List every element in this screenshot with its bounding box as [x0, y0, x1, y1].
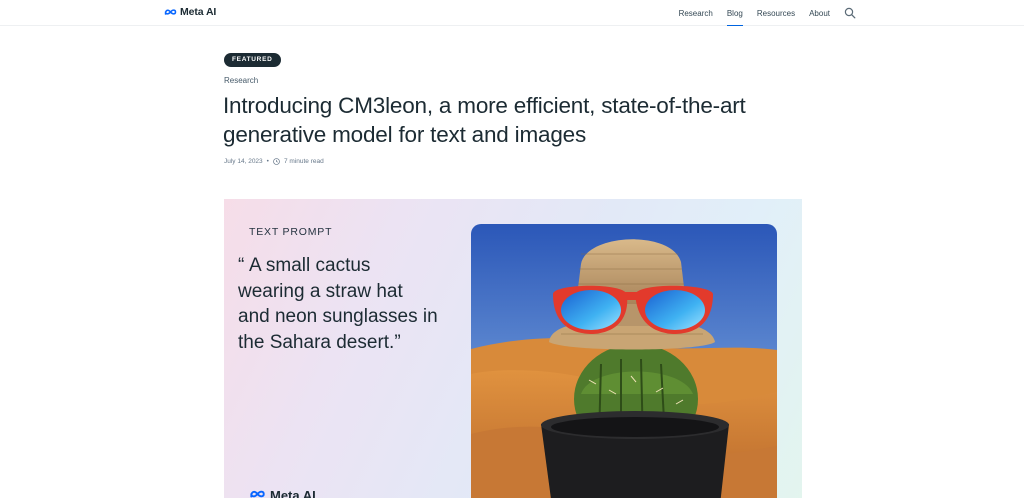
nav-link-about[interactable]: About	[809, 9, 830, 18]
prompt-text: “A small cactus wearing a straw hat and …	[238, 253, 438, 355]
nav-link-resources[interactable]: Resources	[757, 9, 795, 18]
open-quote: “	[238, 255, 245, 276]
article-date: July 14, 2023	[224, 158, 263, 165]
nav-link-blog[interactable]: Blog	[726, 9, 743, 26]
top-navigation: Meta AI Research Blog Resources About	[0, 0, 1024, 26]
article-meta: July 14, 2023 • 7 minute read	[224, 158, 324, 165]
hero-brand-name: Meta AI	[270, 487, 316, 498]
generated-cactus-image	[471, 224, 777, 498]
clock-icon	[273, 158, 280, 165]
search-icon[interactable]	[844, 6, 856, 19]
brand-name: Meta AI	[180, 6, 217, 18]
meta-infinity-icon	[164, 8, 177, 16]
prompt-body: A small cactus wearing a straw hat and n…	[238, 255, 438, 353]
nav-links: Research Blog Resources About	[679, 6, 856, 26]
hero-meta-ai-logo: Meta AI	[249, 486, 316, 498]
meta-ai-logo[interactable]: Meta AI	[164, 6, 216, 18]
meta-infinity-icon	[249, 486, 266, 498]
nav-link-research[interactable]: Research	[679, 9, 713, 18]
article-category[interactable]: Research	[224, 76, 258, 85]
article-title: Introducing CM3leon, a more efficient, s…	[223, 93, 746, 147]
featured-badge: FEATURED	[224, 53, 281, 67]
hero-banner: TEXT PROMPT “A small cactus wearing a st…	[224, 199, 802, 498]
meta-separator: •	[266, 158, 269, 165]
read-time: 7 minute read	[283, 158, 324, 165]
prompt-label: TEXT PROMPT	[249, 226, 333, 238]
